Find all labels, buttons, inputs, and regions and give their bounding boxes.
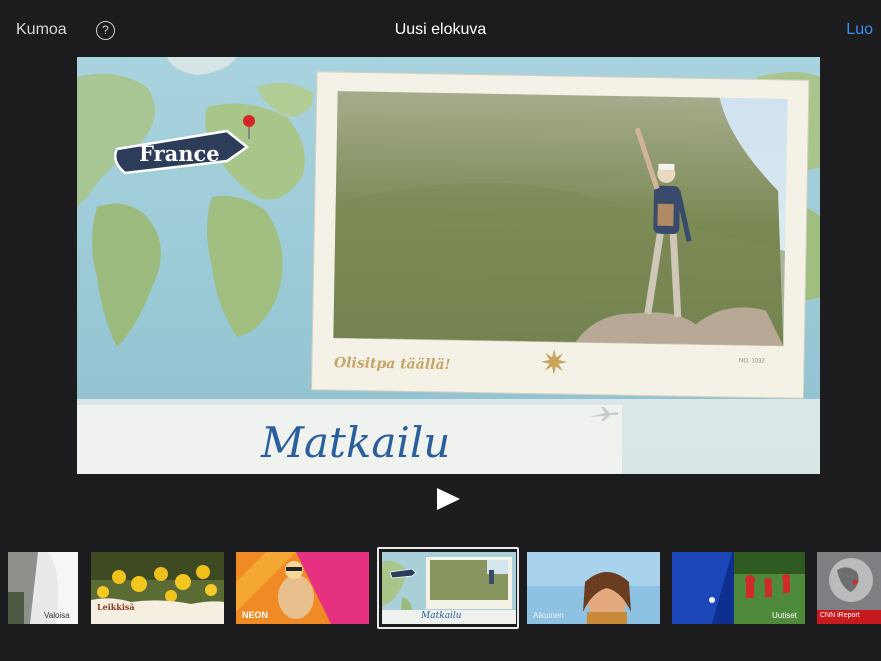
theme-thumb-uutiset[interactable]: Uutiset — [672, 552, 805, 624]
theme-thumb-cnn-ireport[interactable]: CNN iReport — [817, 552, 881, 624]
theme-label: Leikkisä — [97, 602, 135, 612]
map-pin-icon — [243, 115, 255, 127]
theme-thumb-aikuinen[interactable]: Aikuinen — [527, 552, 660, 624]
postcard-caption: Olisitpa täällä! — [334, 355, 451, 373]
theme-strip: Valoisa Leikkisä NEON Matkailu Aikuinen … — [0, 547, 881, 629]
theme-thumb-neon[interactable]: NEON — [236, 552, 369, 624]
theme-label: CNN iReport — [820, 612, 860, 619]
top-bar: Kumoa ? Uusi elokuva Luo — [0, 0, 881, 60]
theme-label: Aikuinen — [533, 611, 564, 620]
theme-thumb-valoisa[interactable]: Valoisa — [8, 552, 78, 624]
postcard-number: NO. 1032 — [739, 358, 765, 364]
theme-label: Uutiset — [772, 611, 797, 620]
theme-label: NEON — [242, 610, 269, 620]
play-icon — [437, 488, 460, 510]
theme-thumb-matkailu[interactable]: Matkailu — [377, 547, 519, 629]
pin-label: France — [139, 141, 220, 166]
theme-title-script: Matkailu — [260, 418, 450, 467]
create-button[interactable]: Luo — [846, 21, 873, 39]
page-title: Uusi elokuva — [394, 21, 487, 38]
theme-thumb-leikkisa[interactable]: Leikkisä — [91, 552, 224, 624]
play-button[interactable] — [434, 486, 462, 512]
theme-label: Valoisa — [44, 611, 70, 620]
theme-preview: Olisitpa täällä! NO. 1032 France Matkail… — [77, 57, 820, 474]
theme-label: Matkailu — [421, 611, 462, 621]
